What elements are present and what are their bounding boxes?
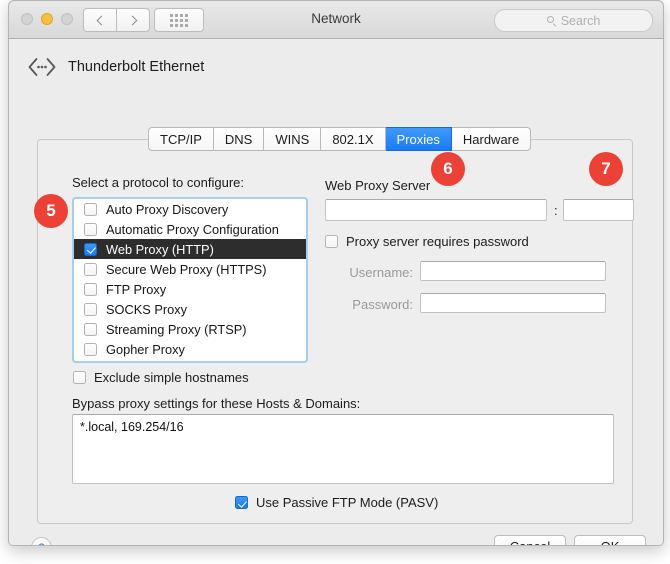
list-item-label: Automatic Proxy Configuration xyxy=(106,221,279,237)
list-item-label: Auto Proxy Discovery xyxy=(106,201,229,217)
device-name: Thunderbolt Ethernet xyxy=(68,59,205,75)
list-item[interactable]: SOCKS Proxy xyxy=(74,299,306,319)
protocol-checkbox[interactable] xyxy=(84,342,97,356)
list-item-label: Streaming Proxy (RTSP) xyxy=(106,321,247,337)
web-proxy-server-heading: Web Proxy Server xyxy=(325,178,431,193)
protocol-list-heading: Select a protocol to configure: xyxy=(72,175,244,190)
exclude-simple-hostnames-row[interactable]: Exclude simple hostnames xyxy=(73,370,249,385)
proxies-sheet: Thunderbolt Ethernet TCP/IP DNS WINS 802… xyxy=(9,39,663,545)
list-item-label: SOCKS Proxy xyxy=(106,301,188,317)
protocol-checkbox[interactable] xyxy=(84,282,97,296)
tab-wins[interactable]: WINS xyxy=(264,127,322,151)
passive-ftp-row[interactable]: Use Passive FTP Mode (PASV) xyxy=(235,495,438,510)
username-input[interactable] xyxy=(420,261,606,281)
ok-button[interactable]: OK xyxy=(574,535,646,545)
proxy-requires-password-label: Proxy server requires password xyxy=(346,234,529,249)
tab-tcpip[interactable]: TCP/IP xyxy=(148,127,214,151)
cancel-button[interactable]: Cancel xyxy=(494,535,566,545)
proxy-port-input[interactable] xyxy=(563,199,634,221)
protocol-checkbox-checked[interactable] xyxy=(84,242,97,256)
list-item[interactable]: Streaming Proxy (RTSP) xyxy=(74,319,306,339)
list-item[interactable]: Secure Web Proxy (HTTPS) xyxy=(74,259,306,279)
list-item[interactable]: Auto Proxy Discovery xyxy=(74,199,306,219)
protocol-listbox[interactable]: Auto Proxy Discovery Automatic Proxy Con… xyxy=(72,197,308,363)
search-icon xyxy=(546,16,556,25)
bypass-textarea[interactable]: *.local, 169.254/16 xyxy=(72,414,614,484)
protocol-checkbox[interactable] xyxy=(84,222,97,236)
protocol-checkbox[interactable] xyxy=(84,262,97,276)
password-input[interactable] xyxy=(420,293,606,313)
list-item-label: Gopher Proxy xyxy=(106,341,185,357)
password-label: Password: xyxy=(352,297,413,312)
thunderbolt-icon xyxy=(28,58,56,76)
bypass-heading: Bypass proxy settings for these Hosts & … xyxy=(72,396,361,411)
list-item[interactable]: FTP Proxy xyxy=(74,279,306,299)
annotation-badge-7: 7 xyxy=(589,152,623,186)
tab-8021x[interactable]: 802.1X xyxy=(321,127,386,151)
proxy-requires-password-checkbox[interactable] xyxy=(325,235,338,248)
search-placeholder: Search xyxy=(560,13,601,28)
tab-proxies[interactable]: Proxies xyxy=(385,127,452,151)
list-item-label: Secure Web Proxy (HTTPS) xyxy=(106,261,267,277)
username-label: Username: xyxy=(349,265,413,280)
list-item[interactable]: Gopher Proxy xyxy=(74,339,306,359)
search-field[interactable]: Search xyxy=(494,9,653,32)
network-preferences-window: Network Search Thunderbolt Ethernet TCP/… xyxy=(8,0,664,546)
passive-ftp-checkbox[interactable] xyxy=(235,496,248,509)
host-port-separator: : xyxy=(554,203,558,218)
protocol-checkbox[interactable] xyxy=(84,322,97,336)
list-item-selected[interactable]: Web Proxy (HTTP) xyxy=(74,239,306,259)
protocol-checkbox[interactable] xyxy=(84,302,97,316)
settings-tab-bar: TCP/IP DNS WINS 802.1X Proxies Hardware xyxy=(148,127,532,151)
device-header: Thunderbolt Ethernet xyxy=(27,56,204,78)
list-item-label: Web Proxy (HTTP) xyxy=(106,241,214,257)
list-item-label: FTP Proxy xyxy=(106,281,167,297)
tab-dns[interactable]: DNS xyxy=(213,127,265,151)
exclude-simple-hostnames-label: Exclude simple hostnames xyxy=(94,370,249,385)
proxy-host-input[interactable] xyxy=(325,199,547,221)
proxy-requires-password-row[interactable]: Proxy server requires password xyxy=(325,234,529,249)
list-item[interactable]: Automatic Proxy Configuration xyxy=(74,219,306,239)
help-button[interactable]: ? xyxy=(31,537,52,545)
window-titlebar: Network Search xyxy=(9,1,663,39)
protocol-checkbox[interactable] xyxy=(84,202,97,216)
exclude-simple-hostnames-checkbox[interactable] xyxy=(73,371,86,384)
annotation-badge-6: 6 xyxy=(431,152,465,186)
annotation-badge-5: 5 xyxy=(34,194,68,228)
passive-ftp-label: Use Passive FTP Mode (PASV) xyxy=(256,495,439,510)
tab-hardware[interactable]: Hardware xyxy=(451,127,532,151)
